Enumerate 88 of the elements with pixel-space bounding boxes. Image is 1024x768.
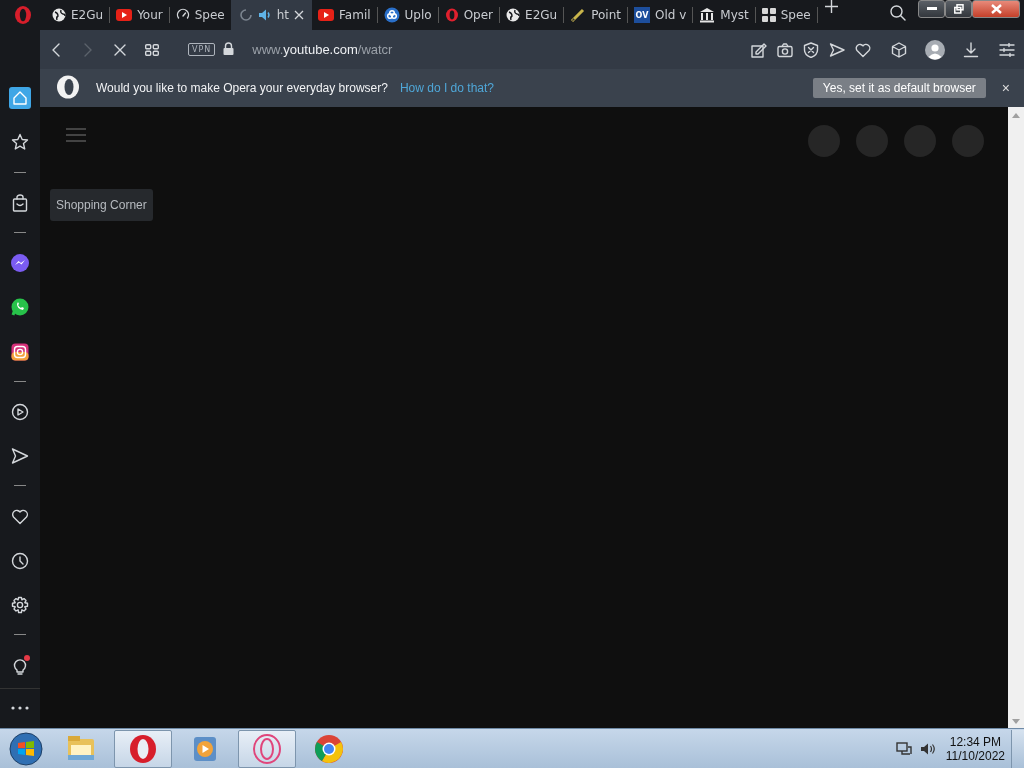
windows-logo-icon [9, 731, 43, 766]
download-icon [963, 41, 979, 58]
lightbulb-icon [11, 656, 29, 675]
avatar-icon [925, 39, 945, 60]
messenger-icon [11, 254, 29, 273]
heart-icon [11, 507, 29, 526]
restore-icon [953, 4, 964, 14]
placeholder-circle [952, 125, 984, 157]
shield-icon [803, 41, 819, 58]
opera-logo-icon [56, 74, 80, 99]
snapshot-edit-icon [751, 41, 767, 58]
globe-icon [506, 8, 521, 22]
plus-icon[interactable] [825, 0, 839, 13]
close-icon[interactable] [294, 10, 305, 20]
opera-logo-icon [127, 732, 159, 765]
museum-icon [699, 7, 716, 23]
send-icon [11, 447, 29, 466]
more-button[interactable] [11, 706, 29, 711]
opera-gx-icon [251, 732, 283, 765]
tooltip: Shopping Corner [50, 189, 153, 221]
close-icon [114, 43, 126, 56]
browser-tab[interactable]: Uplo [377, 0, 438, 30]
more-icon [11, 706, 29, 711]
scroll-down-icon [1012, 719, 1020, 724]
clock-icon [11, 551, 29, 570]
close-window-button[interactable] [972, 0, 1020, 18]
chrome-icon [313, 732, 345, 765]
start-button[interactable] [6, 729, 46, 768]
grid-icon [145, 43, 159, 56]
set-default-button[interactable]: Yes, set it as default browser [812, 78, 986, 98]
browser-tab[interactable]: E2Gu [46, 0, 110, 30]
clock-time[interactable]: 12:34 PM [949, 734, 1002, 749]
opera-logo-icon[interactable] [14, 5, 32, 25]
taskbar-button[interactable] [114, 729, 172, 768]
browser-tab[interactable]: OV Old v [627, 0, 693, 30]
site-badge-icon: OV [633, 7, 650, 23]
scrollbar[interactable] [1008, 107, 1024, 728]
menu-icon [66, 128, 86, 142]
forward-icon [83, 42, 93, 57]
lock-icon [223, 42, 235, 55]
whatsapp-icon [11, 298, 29, 317]
heart-icon [855, 41, 871, 58]
minimize-button[interactable] [918, 0, 945, 18]
cube-icon [891, 41, 907, 58]
send-icon [829, 41, 845, 58]
help-link[interactable]: How do I do that? [399, 81, 494, 95]
scroll-up-icon [1012, 113, 1020, 118]
shopping-bag-icon [11, 193, 29, 212]
vpn-badge[interactable]: VPN [188, 43, 216, 56]
video-play-icon [116, 9, 133, 21]
browser-tab[interactable]: Point [564, 0, 627, 30]
video-play-icon [318, 9, 335, 21]
speaker-icon [257, 8, 272, 22]
browser-tab[interactable]: Spee [755, 0, 817, 30]
home-icon [11, 89, 29, 108]
globe-icon [52, 8, 66, 22]
placeholder-circle [856, 125, 888, 157]
browser-tab[interactable]: Myst [693, 0, 755, 30]
minimize-icon [926, 7, 937, 11]
settings-icon [11, 596, 29, 615]
opera-logo-icon [444, 8, 459, 22]
grid-icon [761, 8, 776, 22]
browser-tab[interactable]: E2Gu [500, 0, 564, 30]
play-circle-icon [11, 403, 29, 421]
network-icon[interactable] [895, 740, 912, 757]
cloud-icon [383, 7, 400, 23]
browser-tab[interactable]: Famil [312, 0, 377, 30]
gauge-icon [175, 8, 190, 22]
address-field[interactable]: www.youtube.com/watcr [252, 42, 746, 57]
camera-icon [777, 41, 793, 58]
restore-button[interactable] [945, 0, 972, 18]
close-banner-button[interactable]: × [1001, 80, 1010, 96]
star-icon [11, 133, 29, 152]
back-icon [51, 42, 61, 57]
pencil-icon [570, 7, 587, 23]
browser-tab[interactable]: Your [110, 0, 169, 30]
settings-sliders-icon [999, 42, 1015, 57]
browser-tab[interactable]: Oper [438, 0, 500, 30]
placeholder-circle [904, 125, 936, 157]
instagram-icon [11, 342, 29, 361]
taskbar-button[interactable] [238, 729, 296, 768]
banner-message: Would you like to make Opera your everyday browser? [96, 81, 388, 95]
clock-date[interactable]: 11/10/2022 [945, 748, 1005, 763]
placeholder-circle [808, 125, 840, 157]
browser-tab[interactable]: Spee [169, 0, 231, 30]
browser-tab[interactable]: ht [230, 0, 313, 30]
search-icon[interactable] [890, 5, 906, 21]
close-icon [990, 4, 1002, 14]
